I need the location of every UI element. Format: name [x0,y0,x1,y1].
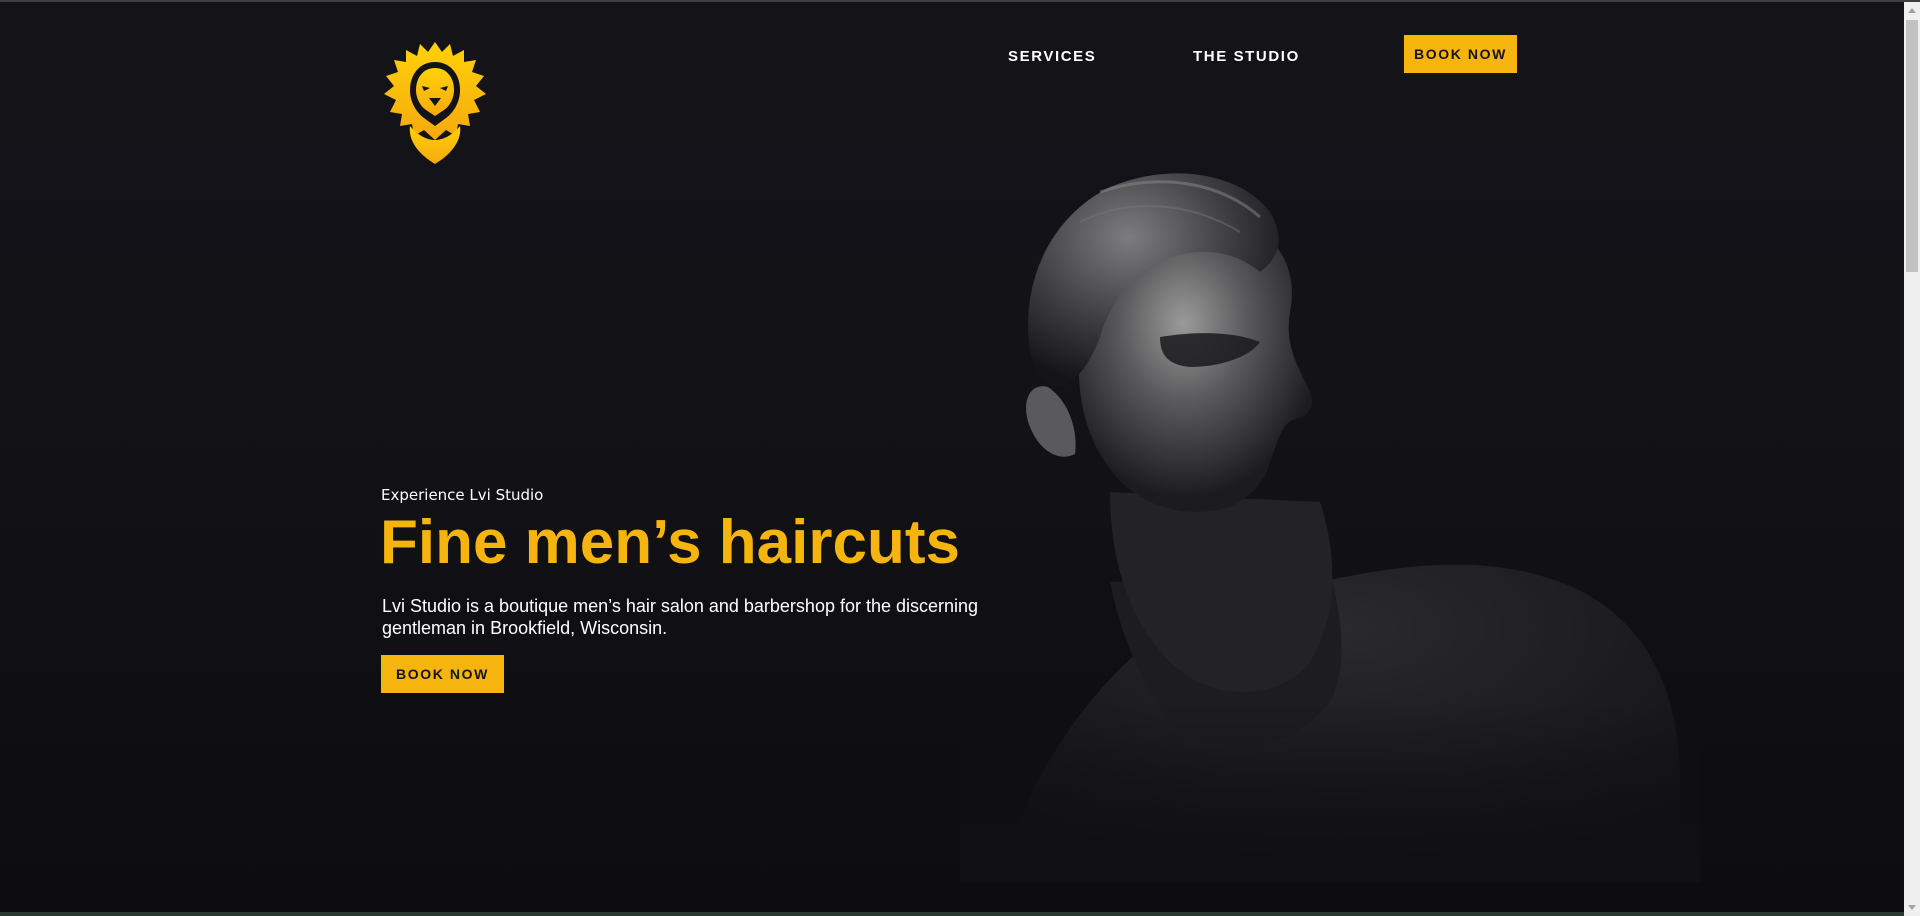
hero-description: Lvi Studio is a boutique men’s hair salo… [382,596,979,638]
scroll-down-arrow-icon[interactable] [1904,900,1920,916]
portrait-image [960,162,1700,882]
nav-the-studio-link[interactable]: THE STUDIO [1193,48,1300,65]
browser-viewport: SERVICES THE STUDIO BOOK NOW Experience … [0,0,1920,916]
scrollbar-thumb[interactable] [1906,20,1918,272]
hero-headline: Fine men’s haircuts [380,508,960,577]
hero-section: SERVICES THE STUDIO BOOK NOW Experience … [0,2,1904,912]
book-now-nav-button[interactable]: BOOK NOW [1404,35,1517,73]
book-now-hero-button[interactable]: BOOK NOW [381,655,504,693]
vertical-scrollbar[interactable] [1904,2,1920,916]
lion-head-icon[interactable] [380,40,490,166]
nav-services-link[interactable]: SERVICES [1008,48,1096,65]
scroll-up-arrow-icon[interactable] [1904,2,1920,18]
hero-eyebrow: Experience Lvi Studio [381,486,544,504]
window-bottom-border [0,912,1904,916]
